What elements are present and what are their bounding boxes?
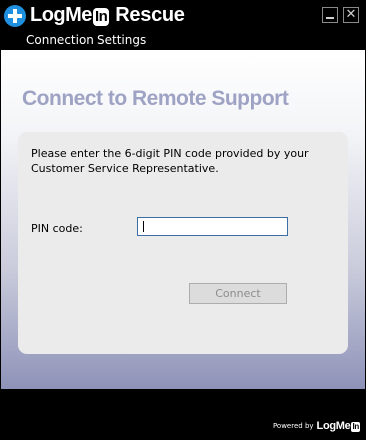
close-button[interactable]: ✕ [343,7,359,23]
instructions-text: Please enter the 6-digit PIN code provid… [31,147,309,175]
pin-code-label: PIN code: [31,222,83,235]
title-bar: LogMe In Rescue ✕ [0,0,366,31]
powered-by-logo: LogMe In [317,420,360,432]
menu-connection[interactable]: Connection [26,33,94,47]
plus-circle-icon [4,4,26,27]
menu-settings[interactable]: Settings [97,33,146,47]
menu-bar: Connection Settings [0,31,366,50]
logo-product-name: Rescue [115,4,185,26]
logo-in-badge: In [92,8,110,26]
page-title: Connect to Remote Support [22,87,289,110]
minimize-button[interactable] [322,7,338,23]
logo-brand-name: LogMe In [30,4,110,27]
footer: Powered by LogMe In [0,389,366,440]
text-caret [143,221,144,232]
logmein-rescue-logo: LogMe In Rescue [4,4,185,27]
pin-code-input[interactable] [137,217,288,236]
pin-entry-panel: Please enter the 6-digit PIN code provid… [18,132,348,354]
powered-by-logmein: Powered by LogMe In [273,420,360,432]
close-icon: ✕ [345,7,357,22]
logo-brand-text: LogMe [30,4,92,26]
powered-logo-in-badge: In [351,422,360,432]
connect-button[interactable]: Connect [189,283,287,304]
main-content: Connect to Remote Support Please enter t… [1,50,365,389]
powered-by-text: Powered by [272,422,314,430]
powered-logo-text: LogMe [316,420,351,432]
